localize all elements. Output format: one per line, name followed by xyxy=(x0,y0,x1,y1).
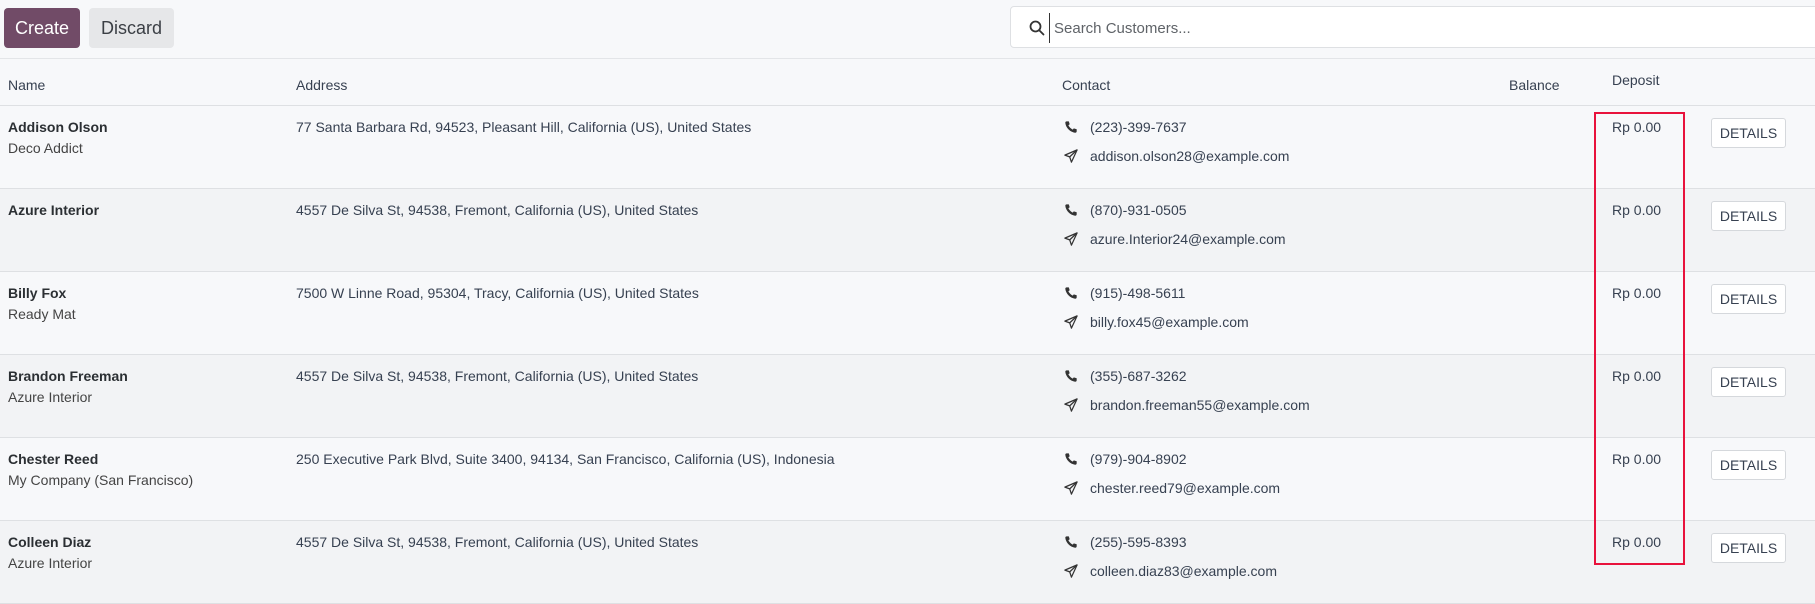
customer-name: Billy Fox xyxy=(8,285,67,301)
customer-deposit: Rp 0.00 xyxy=(1612,534,1662,550)
email-address: colleen.diaz83@example.com xyxy=(1090,563,1277,579)
customer-address: 250 Executive Park Blvd, Suite 3400, 941… xyxy=(296,451,835,467)
customer-company: Azure Interior xyxy=(8,389,93,405)
column-header-name: Name xyxy=(8,77,46,93)
details-button[interactable]: DETAILS xyxy=(1711,450,1786,480)
discard-button[interactable]: Discard xyxy=(89,8,174,48)
customer-address: 4557 De Silva St, 94538, Fremont, Califo… xyxy=(296,534,699,550)
customer-name: Chester Reed xyxy=(8,451,99,467)
customer-phone: (915)-498-5611 xyxy=(1064,285,1185,301)
table-header: Name Address Contact Balance Deposit xyxy=(0,59,1815,106)
customer-deposit: Rp 0.00 xyxy=(1612,202,1662,218)
customer-phone: (979)-904-8902 xyxy=(1064,451,1187,467)
column-header-contact: Contact xyxy=(1062,77,1111,93)
customer-name: Colleen Diaz xyxy=(8,534,92,550)
customer-name: Addison Olson xyxy=(8,119,108,135)
phone-icon xyxy=(1065,287,1077,299)
customer-phone: (223)-399-7637 xyxy=(1064,119,1187,135)
customer-email: billy.fox45@example.com xyxy=(1064,314,1249,330)
phone-number: (979)-904-8902 xyxy=(1090,451,1187,467)
search-icon[interactable] xyxy=(1029,20,1045,36)
email-address: brandon.freeman55@example.com xyxy=(1090,397,1310,413)
table-row[interactable]: Chester Reed My Company (San Francisco) 25… xyxy=(0,438,1815,521)
paper-plane-icon xyxy=(1064,149,1078,163)
search-input[interactable] xyxy=(1049,13,1796,43)
customer-email: addison.olson28@example.com xyxy=(1064,148,1289,164)
table-row[interactable]: Billy Fox Ready Mat 7500 W Linne Road, 953… xyxy=(0,272,1815,355)
customer-deposit: Rp 0.00 xyxy=(1612,119,1662,135)
phone-number: (915)-498-5611 xyxy=(1090,285,1186,301)
phone-number: (870)-931-0505 xyxy=(1090,202,1187,218)
customer-deposit: Rp 0.00 xyxy=(1612,285,1662,301)
search-bar xyxy=(1010,6,1815,48)
column-header-balance: Balance xyxy=(1509,77,1560,93)
customer-name: Azure Interior xyxy=(8,202,100,218)
customer-email: azure.Interior24@example.com xyxy=(1064,231,1286,247)
customer-email: brandon.freeman55@example.com xyxy=(1064,397,1310,413)
paper-plane-icon xyxy=(1064,315,1078,329)
customer-company: My Company (San Francisco) xyxy=(8,472,194,488)
customer-phone: (870)-931-0505 xyxy=(1064,202,1187,218)
paper-plane-icon xyxy=(1064,398,1078,412)
customer-address: 4557 De Silva St, 94538, Fremont, Califo… xyxy=(296,202,699,218)
customer-address: 4557 De Silva St, 94538, Fremont, Califo… xyxy=(296,368,699,384)
table-row[interactable]: Addison Olson Deco Addict 77 Santa Barbara… xyxy=(0,106,1815,189)
toolbar: Create Discard xyxy=(0,0,1815,59)
customer-email: colleen.diaz83@example.com xyxy=(1064,563,1277,579)
details-button[interactable]: DETAILS xyxy=(1711,201,1786,231)
table-row[interactable]: Azure Interior 4557 De Silva St, 94538, F… xyxy=(0,189,1815,272)
customer-address: 77 Santa Barbara Rd, 94523, Pleasant Hil… xyxy=(296,119,752,135)
paper-plane-icon xyxy=(1064,481,1078,495)
phone-icon xyxy=(1065,204,1077,216)
customer-address: 7500 W Linne Road, 95304, Tracy, Califor… xyxy=(296,285,699,301)
phone-number: (355)-687-3262 xyxy=(1090,368,1187,384)
phone-icon xyxy=(1065,370,1077,382)
customer-name: Brandon Freeman xyxy=(8,368,128,384)
customer-company: Deco Addict xyxy=(8,140,83,156)
email-address: chester.reed79@example.com xyxy=(1090,480,1281,496)
create-button[interactable]: Create xyxy=(4,8,80,48)
customer-phone: (355)-687-3262 xyxy=(1064,368,1187,384)
details-button[interactable]: DETAILS xyxy=(1711,367,1786,397)
table-row[interactable]: Brandon Freeman Azure Interior 4557 De Sil… xyxy=(0,355,1815,438)
details-button[interactable]: DETAILS xyxy=(1711,533,1786,563)
phone-number: (223)-399-7637 xyxy=(1090,119,1187,135)
column-header-deposit: Deposit xyxy=(1612,72,1660,88)
customer-email: chester.reed79@example.com xyxy=(1064,480,1280,496)
customer-deposit: Rp 0.00 xyxy=(1612,451,1662,467)
phone-number: (255)-595-8393 xyxy=(1090,534,1187,550)
customer-phone: (255)-595-8393 xyxy=(1064,534,1187,550)
phone-icon xyxy=(1065,453,1077,465)
paper-plane-icon xyxy=(1064,232,1078,246)
email-address: billy.fox45@example.com xyxy=(1090,314,1249,330)
customer-deposit: Rp 0.00 xyxy=(1612,368,1662,384)
email-address: addison.olson28@example.com xyxy=(1090,148,1290,164)
phone-icon xyxy=(1065,536,1077,548)
customer-company: Ready Mat xyxy=(8,306,76,322)
table-row[interactable]: Colleen Diaz Azure Interior 4557 De Silva … xyxy=(0,521,1815,604)
phone-icon xyxy=(1065,121,1077,133)
column-header-address: Address xyxy=(296,77,348,93)
email-address: azure.Interior24@example.com xyxy=(1090,231,1286,247)
details-button[interactable]: DETAILS xyxy=(1711,118,1786,148)
paper-plane-icon xyxy=(1064,564,1078,578)
details-button[interactable]: DETAILS xyxy=(1711,284,1786,314)
customer-company: Azure Interior xyxy=(8,555,93,571)
